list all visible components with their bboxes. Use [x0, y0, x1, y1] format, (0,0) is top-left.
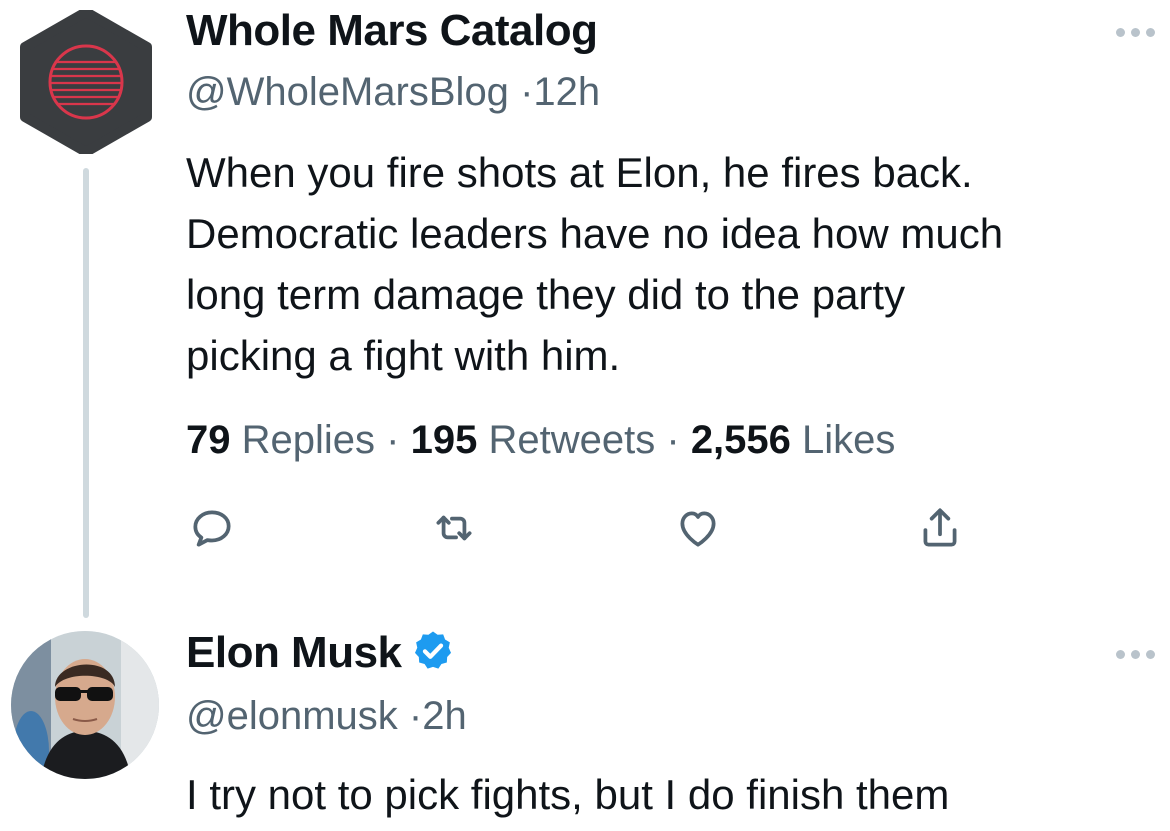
separator: ·	[666, 418, 680, 462]
handle-and-time[interactable]: @elonmusk ·2h	[186, 694, 467, 739]
replies-stat[interactable]: 79 Replies	[186, 418, 375, 462]
thread-connector-line	[83, 168, 89, 618]
likes-label: Likes	[802, 418, 896, 462]
retweet-icon	[436, 515, 472, 541]
separator: ·	[408, 694, 423, 738]
timestamp[interactable]: 12h	[533, 70, 600, 114]
share-icon	[923, 508, 957, 547]
tweet-text: I try not to pick fights, but I do finis…	[186, 771, 950, 818]
tweet-text-line: When you fire shots at Elon, he fires ba…	[186, 149, 973, 196]
retweets-count: 195	[410, 418, 478, 462]
avatar[interactable]	[14, 7, 158, 157]
replies-label: Replies	[241, 418, 376, 462]
display-name[interactable]: Whole Mars Catalog	[186, 6, 598, 56]
tweet-text: When you fire shots at Elon, he fires ba…	[186, 142, 1003, 386]
retweets-label: Retweets	[488, 418, 656, 462]
mars-logo-icon	[20, 7, 152, 157]
tweet-text-line: Democratic leaders have no idea how much	[186, 210, 1004, 257]
reply-button[interactable]	[184, 500, 240, 556]
retweet-button[interactable]	[426, 500, 482, 556]
handle-and-time[interactable]: @WholeMarsBlog ·12h	[186, 70, 600, 115]
reply-icon	[193, 510, 231, 547]
likes-stat[interactable]: 2,556 Likes	[691, 418, 896, 462]
engagement-stats: 79 Replies · 195 Retweets · 2,556 Likes	[186, 418, 895, 463]
like-icon	[680, 511, 716, 547]
verified-badge-icon	[414, 631, 451, 670]
tweet-whole-mars[interactable]: Whole Mars Catalog @WholeMarsBlog ·12h W…	[0, 0, 1170, 620]
tweet-text-line: long term damage they did to the party	[186, 271, 906, 318]
like-button[interactable]	[670, 500, 726, 556]
display-name[interactable]: Elon Musk	[186, 628, 402, 677]
more-options-icon[interactable]	[1116, 650, 1155, 659]
separator: ·	[520, 70, 534, 114]
more-options-icon[interactable]	[1116, 28, 1155, 37]
replies-count: 79	[186, 418, 231, 462]
handle[interactable]: @WholeMarsBlog	[186, 70, 509, 114]
avatar[interactable]	[11, 631, 159, 779]
tweet-text-line: picking a fight with him.	[186, 332, 621, 379]
retweets-stat[interactable]: 195 Retweets	[411, 418, 656, 462]
share-button[interactable]	[912, 500, 968, 556]
profile-photo	[11, 631, 159, 779]
tweet-elon-musk[interactable]: Elon Musk @elonmusk ·2h I try not to pic…	[0, 620, 1170, 831]
likes-count: 2,556	[690, 418, 791, 462]
display-name-row[interactable]: Elon Musk	[186, 628, 456, 678]
separator: ·	[386, 418, 400, 462]
timestamp[interactable]: 2h	[422, 694, 467, 738]
handle[interactable]: @elonmusk	[186, 694, 398, 738]
